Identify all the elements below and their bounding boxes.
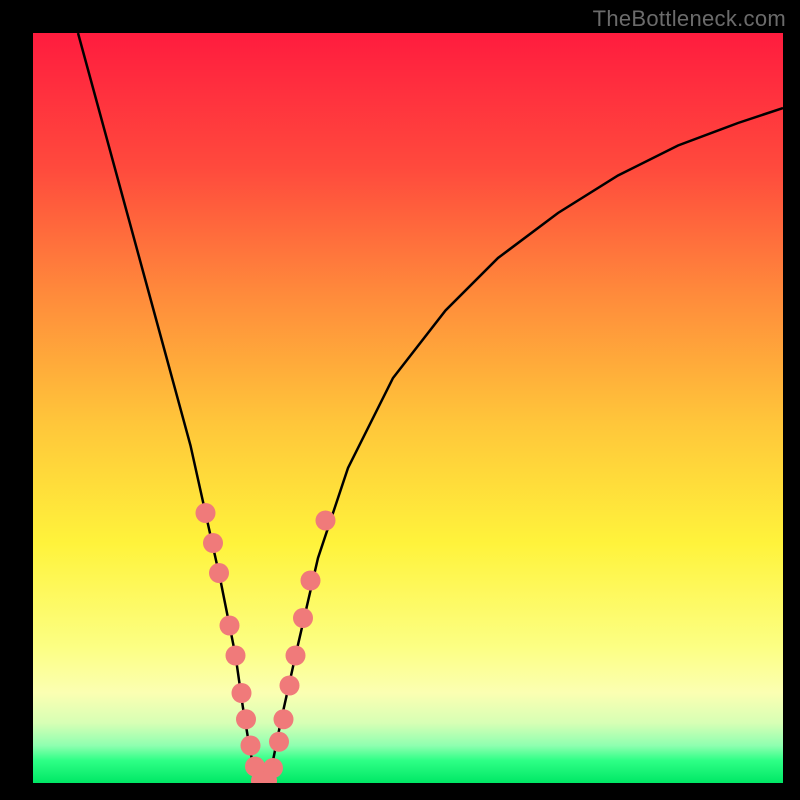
- data-markers: [196, 503, 336, 783]
- data-marker: [241, 736, 261, 756]
- data-marker: [220, 616, 240, 636]
- plot-area: [33, 33, 783, 783]
- data-marker: [293, 608, 313, 628]
- data-marker: [263, 758, 283, 778]
- chart-frame: TheBottleneck.com: [0, 0, 800, 800]
- data-marker: [226, 646, 246, 666]
- data-marker: [196, 503, 216, 523]
- chart-svg: [33, 33, 783, 783]
- bottleneck-curve: [78, 33, 783, 783]
- data-marker: [232, 683, 252, 703]
- data-marker: [280, 676, 300, 696]
- data-marker: [203, 533, 223, 553]
- data-marker: [269, 732, 289, 752]
- curve-group: [78, 33, 783, 783]
- data-marker: [316, 511, 336, 531]
- data-marker: [236, 709, 256, 729]
- watermark-text: TheBottleneck.com: [593, 6, 786, 32]
- data-marker: [286, 646, 306, 666]
- data-marker: [274, 709, 294, 729]
- data-marker: [209, 563, 229, 583]
- data-marker: [301, 571, 321, 591]
